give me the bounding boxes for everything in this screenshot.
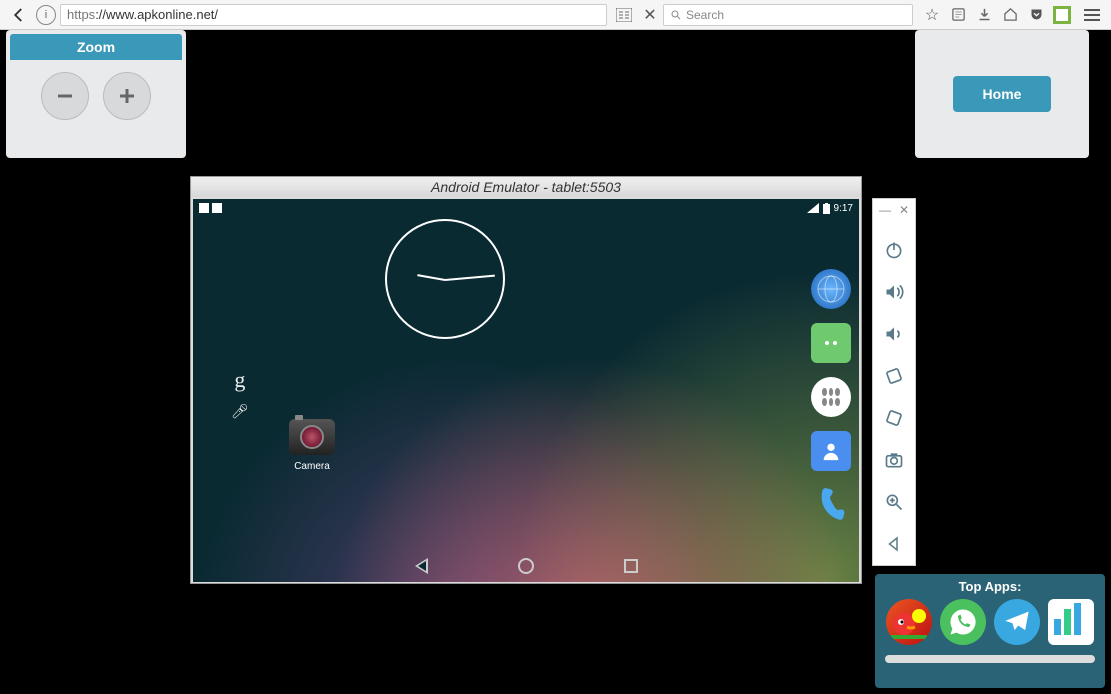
app-dock [811, 269, 851, 525]
emulator-screen[interactable]: 9:17 g 🎤︎ Camera [193, 199, 859, 582]
rotate-left-button[interactable] [881, 363, 907, 389]
close-button[interactable]: ✕ [899, 203, 909, 217]
zoom-button[interactable] [881, 489, 907, 515]
clock-widget[interactable] [385, 219, 505, 339]
app-chart[interactable] [1048, 599, 1094, 645]
home-panel: Home [915, 30, 1089, 158]
top-apps-header: Top Apps: [875, 574, 1105, 599]
battery-addon-icon[interactable] [1053, 6, 1071, 24]
site-info-icon[interactable]: i [36, 5, 56, 25]
camera-app-shortcut[interactable]: Camera [289, 419, 335, 472]
minimize-button[interactable]: — [879, 203, 891, 217]
url-scheme: https [67, 7, 95, 22]
phone-app-icon[interactable] [807, 481, 856, 530]
emulator-window: Android Emulator - tablet:5503 9:17 g [190, 176, 862, 584]
zoom-out-button[interactable] [41, 72, 89, 120]
screenshot-button[interactable] [881, 447, 907, 473]
volume-down-button[interactable] [881, 321, 907, 347]
top-apps-scrollbar[interactable] [885, 655, 1095, 663]
app-angry-birds[interactable] [886, 599, 932, 645]
downloads-icon[interactable] [975, 6, 993, 24]
nav-recents-button[interactable] [624, 559, 638, 573]
google-search-widget[interactable]: g 🎤︎ [231, 367, 249, 420]
emulator-sidebar: — ✕ [872, 198, 916, 566]
zoom-panel: Zoom [6, 30, 186, 158]
browser-app-icon[interactable] [811, 269, 851, 309]
camera-icon [289, 419, 335, 455]
nav-back-button[interactable] [415, 558, 428, 574]
volume-up-button[interactable] [881, 279, 907, 305]
app-telegram[interactable] [994, 599, 1040, 645]
battery-status-icon [823, 203, 830, 214]
pocket-icon[interactable] [1027, 6, 1045, 24]
android-nav-bar [193, 550, 859, 582]
search-icon [670, 9, 682, 21]
page-area: Zoom Home Android Emulator - tablet:5503 [0, 30, 1111, 694]
stop-button[interactable]: ✕ [641, 6, 659, 24]
rotate-right-button[interactable] [881, 405, 907, 431]
zoom-in-button[interactable] [103, 72, 151, 120]
url-rest: ://www.apkonline.net/ [95, 7, 218, 22]
mic-icon[interactable]: 🎤︎ [231, 403, 249, 420]
sidebar-back-button[interactable] [881, 531, 907, 557]
nav-home-button[interactable] [518, 558, 534, 574]
zoom-label: Zoom [10, 34, 182, 60]
android-status-bar: 9:17 [193, 199, 859, 217]
power-button[interactable] [881, 237, 907, 263]
home-icon[interactable] [1001, 6, 1019, 24]
library-icon[interactable] [949, 6, 967, 24]
all-apps-button[interactable] [811, 377, 851, 417]
hamburger-menu-button[interactable] [1079, 2, 1105, 28]
top-apps-panel: Top Apps: [875, 574, 1105, 688]
search-placeholder: Search [686, 8, 724, 22]
bookmark-star-icon[interactable]: ☆ [923, 6, 941, 24]
camera-label: Camera [289, 461, 335, 472]
browser-toolbar: i https://www.apkonline.net/ ✕ Search ☆ [0, 0, 1111, 30]
emulator-title: Android Emulator - tablet:5503 [191, 177, 861, 197]
messaging-app-icon[interactable] [811, 323, 851, 363]
back-button[interactable] [6, 2, 32, 28]
signal-icon [807, 203, 819, 213]
home-button[interactable]: Home [953, 76, 1052, 112]
google-g-icon: g [234, 367, 245, 393]
notification-icon [212, 203, 222, 213]
url-bar[interactable]: https://www.apkonline.net/ [60, 4, 607, 26]
app-whatsapp[interactable] [940, 599, 986, 645]
status-time: 9:17 [834, 203, 853, 214]
contacts-app-icon[interactable] [811, 431, 851, 471]
reader-view-icon[interactable] [615, 6, 633, 24]
notification-icon [199, 203, 209, 213]
search-bar[interactable]: Search [663, 4, 913, 26]
